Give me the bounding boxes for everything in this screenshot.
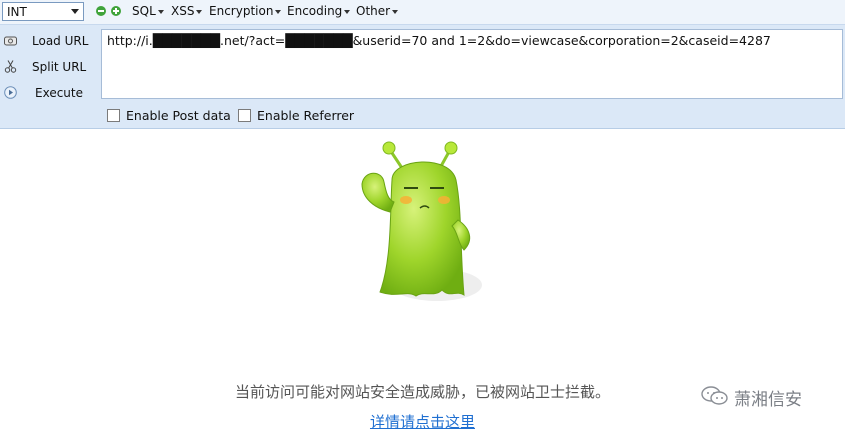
watermark-text: 萧湘信安 <box>734 390 802 410</box>
menu-encryption[interactable]: Encryption <box>209 4 282 18</box>
menu-xss-label: XSS <box>171 4 195 18</box>
url-input[interactable]: http://i.███████.net/?act=███████&userid… <box>101 29 843 99</box>
menu-other[interactable]: Other <box>356 4 399 18</box>
load-url-label: Load URL <box>32 34 89 48</box>
menu-sql-label: SQL <box>132 4 156 18</box>
scissors-icon <box>4 60 17 73</box>
menu-encryption-label: Encryption <box>209 4 274 18</box>
chevron-down-icon <box>344 9 351 14</box>
play-icon <box>4 86 17 99</box>
enable-post-data-label: Enable Post data <box>126 108 231 123</box>
blocked-page: 当前访问可能对网站安全造成威胁，已被网站卫士拦截。 详情请点击这里 萧湘信安 <box>0 129 845 435</box>
mascot-image <box>361 141 482 301</box>
menu-xss[interactable]: XSS <box>171 4 203 18</box>
toolbar: INT SQL XSS Encryption Encoding Other <box>0 0 845 25</box>
split-url-button[interactable]: Split URL <box>0 57 100 79</box>
enable-post-data-checkbox[interactable]: Enable Post data <box>107 108 231 123</box>
plus-icon[interactable] <box>111 6 121 16</box>
split-url-label: Split URL <box>32 60 87 74</box>
menu-sql[interactable]: SQL <box>132 4 164 18</box>
chevron-down-icon <box>392 9 399 14</box>
wechat-icon <box>701 386 728 405</box>
checkbox-box[interactable] <box>238 109 251 122</box>
minus-icon[interactable] <box>96 6 106 16</box>
execute-label: Execute <box>35 86 83 100</box>
load-url-button[interactable]: Load URL <box>0 31 100 53</box>
execute-button[interactable]: Execute <box>0 83 100 105</box>
chevron-down-icon <box>196 9 203 14</box>
chevron-down-icon <box>157 9 164 14</box>
menu-other-label: Other <box>356 4 391 18</box>
menu-encoding[interactable]: Encoding <box>287 4 351 18</box>
checkbox-box[interactable] <box>107 109 120 122</box>
load-icon <box>4 36 17 46</box>
mode-select-value: INT <box>7 5 27 19</box>
enable-referrer-checkbox[interactable]: Enable Referrer <box>238 108 354 123</box>
chevron-down-icon <box>71 9 79 14</box>
menu-encoding-label: Encoding <box>287 4 343 18</box>
details-link[interactable]: 详情请点击这里 <box>0 411 845 432</box>
mode-select[interactable]: INT <box>2 2 84 21</box>
enable-referrer-label: Enable Referrer <box>257 108 355 123</box>
url-input-value: http://i.███████.net/?act=███████&userid… <box>107 33 771 48</box>
hackbar-panel: Load URL Split URL Execute http://i.████… <box>0 25 845 129</box>
chevron-down-icon <box>275 9 282 14</box>
